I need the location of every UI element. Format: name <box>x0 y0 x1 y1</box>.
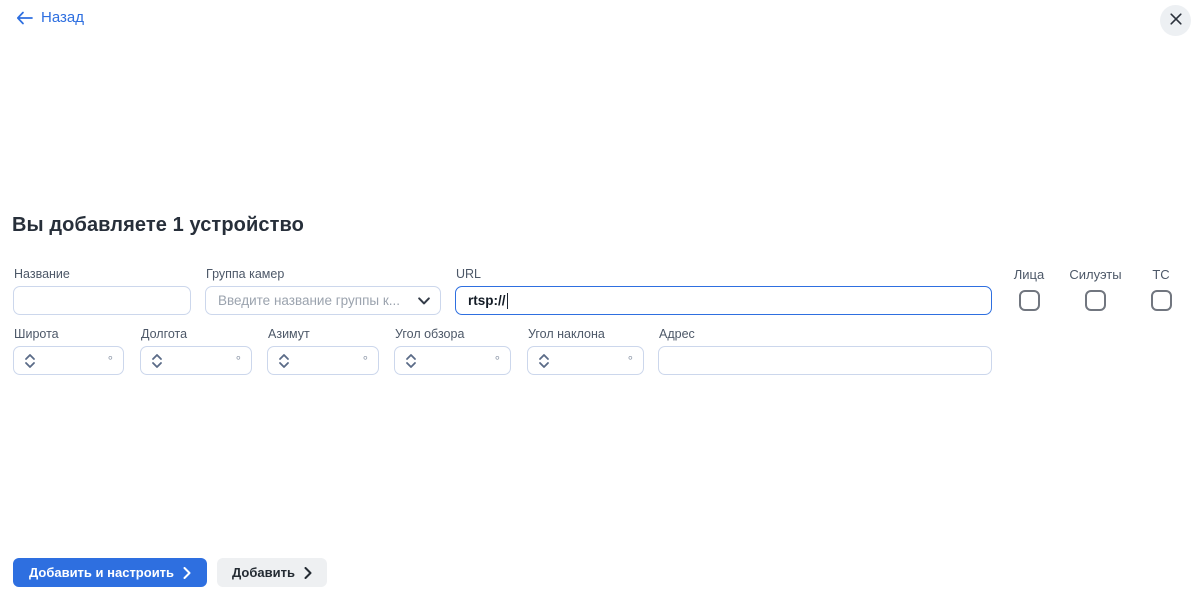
view-angle-field-label: Угол обзора <box>395 327 464 341</box>
close-icon <box>1169 12 1183 29</box>
silhouettes-check-col: Силуэты <box>1068 267 1123 311</box>
spinner-up-down-icon[interactable] <box>151 353 163 369</box>
camera-group-select[interactable]: Введите название группы к... <box>205 286 441 315</box>
chevron-right-icon <box>304 567 312 579</box>
tilt-angle-field-label: Угол наклона <box>528 327 605 341</box>
page-title: Вы добавляете 1 устройство <box>12 214 304 237</box>
azimuth-field-label: Азимут <box>268 327 310 341</box>
url-input[interactable]: rtsp:// <box>455 286 992 315</box>
azimuth-input[interactable]: ° <box>267 346 379 375</box>
address-field-label: Адрес <box>659 327 695 341</box>
vehicles-checkbox-label: ТС <box>1152 267 1169 282</box>
view-angle-unit: ° <box>495 354 500 367</box>
add-and-configure-label: Добавить и настроить <box>29 565 174 580</box>
longitude-unit: ° <box>236 354 241 367</box>
add-device-page: Назад Вы добавляете 1 устройство Названи… <box>0 0 1196 593</box>
url-field-label: URL <box>456 267 481 281</box>
add-label: Добавить <box>232 565 295 580</box>
chevron-down-icon <box>412 292 430 310</box>
azimuth-unit: ° <box>363 354 368 367</box>
longitude-input[interactable]: ° <box>140 346 252 375</box>
silhouettes-checkbox[interactable] <box>1085 290 1106 311</box>
spinner-up-down-icon[interactable] <box>24 353 36 369</box>
tilt-angle-unit: ° <box>628 354 633 367</box>
vehicles-check-col: ТС <box>1140 267 1182 311</box>
view-angle-input[interactable]: ° <box>394 346 511 375</box>
latitude-input[interactable]: ° <box>13 346 124 375</box>
latitude-unit: ° <box>108 354 113 367</box>
faces-checkbox-label: Лица <box>1014 267 1044 282</box>
camera-group-field-label: Группа камер <box>206 267 284 281</box>
faces-check-col: Лица <box>1008 267 1050 311</box>
camera-group-placeholder: Введите название группы к... <box>218 293 412 308</box>
silhouettes-checkbox-label: Силуэты <box>1069 267 1121 282</box>
spinner-up-down-icon[interactable] <box>278 353 290 369</box>
vehicles-checkbox[interactable] <box>1151 290 1172 311</box>
add-and-configure-button[interactable]: Добавить и настроить <box>13 558 207 587</box>
text-caret <box>507 293 509 309</box>
address-input[interactable] <box>658 346 992 375</box>
name-input[interactable] <box>13 286 191 315</box>
name-field-label: Название <box>14 267 70 281</box>
faces-checkbox[interactable] <box>1019 290 1040 311</box>
spinner-up-down-icon[interactable] <box>405 353 417 369</box>
latitude-field-label: Широта <box>14 327 59 341</box>
back-link-label: Назад <box>41 8 84 28</box>
spinner-up-down-icon[interactable] <box>538 353 550 369</box>
close-button[interactable] <box>1160 5 1191 36</box>
tilt-angle-input[interactable]: ° <box>527 346 644 375</box>
arrow-left-icon <box>16 11 33 25</box>
back-link[interactable]: Назад <box>16 8 84 28</box>
longitude-field-label: Долгота <box>141 327 187 341</box>
chevron-right-icon <box>183 567 191 579</box>
url-input-value: rtsp:// <box>468 293 506 308</box>
add-button[interactable]: Добавить <box>217 558 327 587</box>
